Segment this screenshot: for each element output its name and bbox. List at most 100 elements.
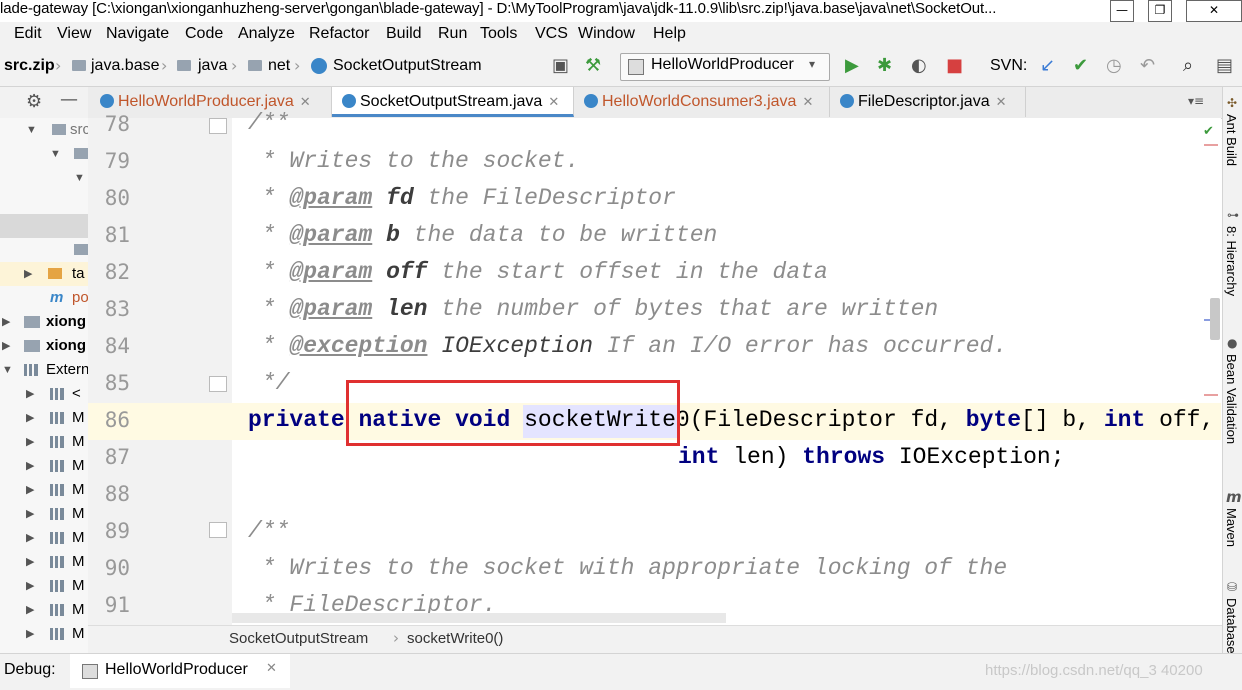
tree-item[interactable]: ▼ (0, 142, 88, 166)
close-icon[interactable]: ✕ (802, 94, 813, 109)
structure-icon[interactable]: ▤ (1216, 56, 1233, 76)
chevron-right-icon: ▶ (26, 412, 35, 424)
close-icon[interactable]: ✕ (266, 661, 277, 676)
tool-bean-validation[interactable]: Bean Validation (1224, 354, 1239, 444)
chevron-right-icon: ▶ (26, 556, 35, 568)
folder-icon (177, 60, 191, 71)
debug-tool-bar: Debug: HelloWorldProducer ✕ https://blog… (0, 653, 1242, 690)
run-configuration-label: HelloWorldProducer (651, 56, 794, 73)
menu-help[interactable]: Help (653, 25, 686, 43)
breadcrumb-net[interactable]: net (268, 57, 290, 75)
tab-socketoutputstream[interactable]: SocketOutputStream.java ✕ (332, 87, 574, 117)
maven-icon: m (1226, 488, 1242, 506)
breadcrumb-class[interactable]: SocketOutputStream (229, 630, 368, 647)
title-bar: lade-gateway [C:\xiongan\xionganhuzheng-… (0, 0, 1242, 23)
tree-item[interactable]: ▶ M (0, 406, 88, 430)
menu-vcs[interactable]: VCS (535, 25, 568, 43)
menu-refactor[interactable]: Refactor (309, 25, 369, 43)
tool-ant-build[interactable]: Ant Build (1224, 114, 1239, 166)
tree-item[interactable] (0, 238, 88, 262)
search-icon[interactable]: ⌕ (1183, 56, 1193, 76)
tree-item[interactable]: ▶ ta (0, 262, 88, 286)
close-button[interactable]: ✕ (1186, 0, 1242, 22)
chevron-right-icon: › (231, 56, 238, 75)
menu-code[interactable]: Code (185, 25, 223, 43)
error-stripe-mark[interactable] (1204, 394, 1218, 396)
chevron-right-icon: › (294, 56, 301, 75)
menu-window[interactable]: Window (578, 25, 635, 43)
chevron-right-icon: ▶ (26, 460, 35, 472)
breadcrumb-java-base[interactable]: java.base (91, 57, 160, 75)
breadcrumb-src-zip[interactable]: src.zip (4, 57, 55, 75)
menu-run[interactable]: Run (438, 25, 467, 43)
tab-helloworldconsumer3[interactable]: HelloWorldConsumer3.java ✕ (574, 87, 830, 117)
tree-item[interactable]: ▶ xiong (0, 310, 88, 334)
tab-filedescriptor[interactable]: FileDescriptor.java ✕ (830, 87, 1026, 117)
stop-icon[interactable]: ■ (946, 56, 963, 76)
tree-item[interactable]: ▶ M (0, 574, 88, 598)
project-structure-icon[interactable]: ▣ (552, 56, 569, 76)
fold-marker-icon[interactable] (209, 376, 227, 392)
tree-item[interactable]: ▼ (0, 166, 88, 190)
tree-item[interactable]: ▶ M (0, 478, 88, 502)
tree-item[interactable]: ▶ M (0, 454, 88, 478)
chevron-down-icon: ▾ (809, 57, 816, 71)
tree-item[interactable]: ▶ M (0, 526, 88, 550)
menu-navigate[interactable]: Navigate (106, 25, 169, 43)
close-icon[interactable]: ✕ (300, 94, 311, 109)
tree-item[interactable]: ▶ M (0, 550, 88, 574)
tool-maven[interactable]: Maven (1224, 508, 1239, 547)
minimize-button[interactable]: — (1110, 0, 1134, 22)
horizontal-scrollbar[interactable] (232, 613, 726, 623)
maximize-button[interactable]: ❐ (1148, 0, 1172, 22)
tree-item-selected[interactable] (0, 214, 88, 238)
tool-database[interactable]: Database (1224, 598, 1239, 654)
revert-icon[interactable]: ↶ (1140, 56, 1155, 76)
line-number: 89 (104, 519, 130, 543)
tree-item[interactable]: ▶ M (0, 502, 88, 526)
tree-item[interactable]: ▼ src (0, 118, 88, 142)
build-hammer-icon[interactable]: ⚒ (585, 56, 601, 76)
close-icon[interactable]: ✕ (996, 94, 1007, 109)
run-icon[interactable]: ▶ (845, 56, 859, 76)
tree-item[interactable]: ▶ xiong (0, 334, 88, 358)
gear-icon[interactable]: ⚙ (26, 91, 42, 112)
menu-build[interactable]: Build (386, 25, 422, 43)
svn-commit-icon[interactable]: ✔ (1073, 56, 1088, 76)
chevron-right-icon: ▶ (24, 268, 33, 280)
tree-item[interactable]: m po (0, 286, 88, 310)
run-configuration-select[interactable]: HelloWorldProducer ▾ (620, 53, 830, 81)
menu-tools[interactable]: Tools (480, 25, 517, 43)
fold-marker-icon[interactable] (209, 118, 227, 134)
tree-item[interactable]: ▶ M (0, 622, 88, 646)
code-line-83: * @param len the number of bytes that ar… (248, 296, 939, 322)
svn-update-icon[interactable]: ↙ (1040, 56, 1055, 76)
close-icon[interactable]: ✕ (548, 94, 559, 109)
menu-analyze[interactable]: Analyze (238, 25, 295, 43)
menu-view[interactable]: View (57, 25, 91, 43)
tree-item[interactable]: ▶ M (0, 430, 88, 454)
error-stripe-mark[interactable] (1204, 144, 1218, 146)
breadcrumb-method[interactable]: socketWrite0() (407, 630, 503, 647)
inspection-ok-icon[interactable]: ✔ (1203, 124, 1214, 139)
tool-hierarchy[interactable]: 8: Hierarchy (1224, 226, 1239, 296)
class-icon (584, 94, 598, 108)
debug-tab[interactable]: HelloWorldProducer ✕ (70, 654, 290, 688)
tabs-overflow-icon[interactable]: ▾≡ (1188, 94, 1204, 108)
editor-breadcrumb: SocketOutputStream › socketWrite0() (88, 625, 1222, 654)
library-icon (50, 580, 64, 592)
coverage-icon[interactable]: ◐ (911, 56, 927, 76)
debug-bug-icon[interactable]: ✱ (877, 56, 892, 76)
breadcrumb-java[interactable]: java (198, 57, 227, 75)
tree-item[interactable]: ▶ < (0, 382, 88, 406)
tree-item[interactable]: ▶ M (0, 598, 88, 622)
maven-icon: m (50, 289, 64, 306)
tree-item[interactable]: ▼ Extern (0, 358, 88, 382)
vertical-scrollbar[interactable] (1210, 298, 1220, 340)
fold-marker-icon[interactable] (209, 522, 227, 538)
menu-edit[interactable]: Edit (14, 25, 42, 43)
hide-panel-icon[interactable]: — (60, 89, 78, 110)
line-number: 82 (104, 260, 130, 284)
breadcrumb-socketoutputstream[interactable]: SocketOutputStream (333, 57, 482, 75)
history-icon[interactable]: ◷ (1106, 56, 1122, 76)
